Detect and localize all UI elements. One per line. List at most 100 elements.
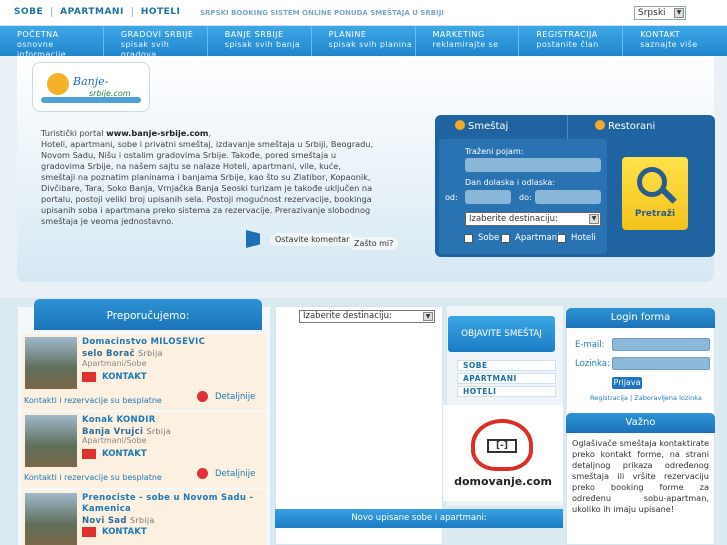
login-links: Registracija | Zaboravljena lozinka [590, 394, 702, 402]
nav-item-pocetna[interactable]: POČETNA osnovne informacije [0, 26, 104, 59]
nav-sub: spisak svih planina [328, 40, 413, 49]
checkbox-rooms[interactable]: Sobe [464, 233, 499, 243]
listing-title[interactable]: Prenociste - sobe u Novom Sadu - Kamenic… [82, 493, 267, 515]
search-term-input[interactable] [465, 158, 601, 172]
arrow-right-icon [197, 391, 208, 402]
listing-title[interactable]: Domacinstvo MILOSEVIC [82, 337, 262, 348]
listing-footer: Kontakti i rezervacije su besplatne [24, 473, 162, 482]
nav-item-registracija[interactable]: REGISTRACIJA postanite član [519, 26, 624, 56]
details-label: Detaljnije [215, 391, 256, 402]
destination-select[interactable]: Izaberite destinaciju: ▼ [465, 212, 601, 226]
checkbox-hotels[interactable]: Hoteli [557, 233, 596, 243]
dates-label: Dan dolaska i odlaska: [465, 178, 555, 187]
forgot-password-link[interactable]: Zaboravljena lozinka [634, 394, 702, 402]
destination-value: Izaberite destinaciju: [469, 214, 558, 224]
contact-label: KONTAKT [102, 527, 147, 537]
tab-lodging[interactable]: Smeštaj [455, 120, 508, 132]
listing-name[interactable]: Prenociste - sobe u Novom Sadu - Kamenic… [82, 493, 267, 527]
tab-divider [567, 115, 568, 139]
listing-item[interactable]: Prenociste - sobe u Novom Sadu - Kamenic… [22, 490, 266, 545]
arrow-right-icon [197, 468, 208, 479]
magnifier-handle [661, 188, 677, 204]
contact-link[interactable]: KONTAKT [82, 372, 147, 382]
contact-link[interactable]: KONTAKT [82, 527, 147, 537]
leave-comment[interactable]: Ostavite komentar [246, 230, 355, 248]
partner-banner[interactable]: [-] domovanje.com [443, 405, 563, 501]
top-link-apartmani[interactable]: APARTMANI [52, 7, 133, 17]
link-separator: | [630, 394, 633, 402]
checkbox-icon[interactable] [557, 233, 566, 243]
nav-item-marketing[interactable]: MARKETING reklamirajte se [416, 26, 520, 56]
password-field[interactable] [612, 357, 710, 370]
listing-title[interactable]: Konak KONDIR [82, 415, 262, 426]
checkbox-label: Apartmani [515, 233, 560, 243]
chevron-down-icon[interactable]: ▼ [674, 8, 684, 18]
logo-title: Banje- [73, 75, 109, 88]
top-link-hoteli[interactable]: HOTELI [133, 7, 189, 17]
date-to-input[interactable] [535, 190, 601, 204]
listing-name[interactable]: Konak KONDIR Banja Vrujci Srbija [82, 415, 262, 438]
nav-title: MARKETING [432, 30, 485, 39]
sublink-hoteli[interactable]: HOTELI [457, 386, 556, 397]
nav-title: POČETNA [17, 30, 59, 39]
nav-title: KONTAKT [640, 30, 681, 39]
nav-item-kontakt[interactable]: KONTAKT saznajte više [623, 26, 727, 56]
checkbox-label: Sobe [478, 233, 500, 243]
details-label: Detaljnije [215, 468, 256, 479]
language-select[interactable]: Srpski ▼ [634, 6, 686, 20]
new-listings-header: Novo upisane sobe i apartmani: [275, 509, 563, 528]
destination-select-2[interactable]: Izaberite destinaciju: ▼ [299, 310, 435, 323]
checkbox-label: Hoteli [571, 233, 596, 243]
login-button[interactable]: Prijava [612, 377, 642, 389]
listing-photo[interactable] [25, 493, 77, 545]
checkbox-icon[interactable] [464, 233, 473, 243]
register-link[interactable]: Registracija [590, 394, 628, 402]
contact-link[interactable]: KONTAKT [82, 449, 147, 459]
search-button[interactable]: Pretraži [622, 157, 688, 230]
site-logo[interactable]: Banje- srbije.com [32, 62, 150, 112]
bullet-icon [455, 120, 465, 130]
chevron-down-icon[interactable]: ▼ [589, 214, 599, 224]
checkbox-icon[interactable] [501, 233, 510, 243]
details-link[interactable]: Detaljnije [197, 391, 255, 402]
details-link[interactable]: Detaljnije [197, 468, 255, 479]
leave-comment-label: Ostavite komentar [270, 232, 355, 246]
listing-item[interactable]: Konak KONDIR Banja Vrujci Srbija Apartman… [22, 412, 266, 488]
partner-name: domovanje.com [454, 475, 552, 488]
nav-item-banje[interactable]: BANJE SRBIJE spisak svih banja [208, 26, 312, 56]
listing-country: Srbija [146, 427, 172, 436]
tab-restaurants-label: Restorani [608, 121, 656, 132]
email-label: E-mail: [575, 340, 605, 350]
listing-photo[interactable] [25, 415, 77, 467]
login-header: Login forma [566, 308, 715, 328]
contact-label: KONTAKT [102, 449, 147, 459]
bullet-icon [595, 120, 605, 130]
destination-value: Izaberite destinaciju: [303, 311, 392, 321]
checkbox-apartments[interactable]: Apartmani [501, 233, 559, 243]
door-icon: [-] [487, 439, 517, 453]
listing-place: selo Borač [82, 349, 135, 359]
contact-label: KONTAKT [102, 372, 147, 382]
listing-type: Apartmani/Sobe [82, 359, 147, 368]
top-link-sobe[interactable]: SOBE [6, 7, 53, 17]
publish-listing-button[interactable]: OBJAVITE SMEŠTAJ [448, 316, 555, 352]
email-field[interactable] [612, 338, 710, 351]
listing-photo[interactable] [25, 337, 77, 389]
nav-item-gradovi[interactable]: GRADOVI SRBIJE spisak svih gradova [104, 26, 208, 59]
listing-footer: Kontakti i rezervacije su besplatne [24, 396, 162, 405]
why-us-link[interactable]: Zašto mi? [349, 237, 399, 250]
intro-site: www.banje-srbije.com [106, 128, 209, 138]
nav-sub: reklamirajte se [432, 40, 499, 49]
nav-item-planine[interactable]: PLANINE spisak svih planina [312, 26, 416, 56]
chevron-down-icon[interactable]: ▼ [423, 312, 433, 321]
top-links: SOBE APARTMANI HOTELI [6, 7, 188, 17]
intro-body: Hoteli, apartmani, sobe i privatni smešt… [41, 139, 374, 226]
date-from-input[interactable] [465, 190, 511, 204]
sublink-sobe[interactable]: SOBE [457, 360, 556, 371]
nav-title: BANJE SRBIJE [224, 30, 284, 39]
sublink-apartmani[interactable]: APARTMANI [457, 373, 556, 384]
listing-item[interactable]: Domacinstvo MILOSEVIC selo Borač Srbija A… [22, 334, 266, 410]
envelope-icon [82, 527, 96, 537]
listing-name[interactable]: Domacinstvo MILOSEVIC selo Borač Srbija [82, 337, 262, 360]
tab-restaurants[interactable]: Restorani [595, 120, 655, 132]
